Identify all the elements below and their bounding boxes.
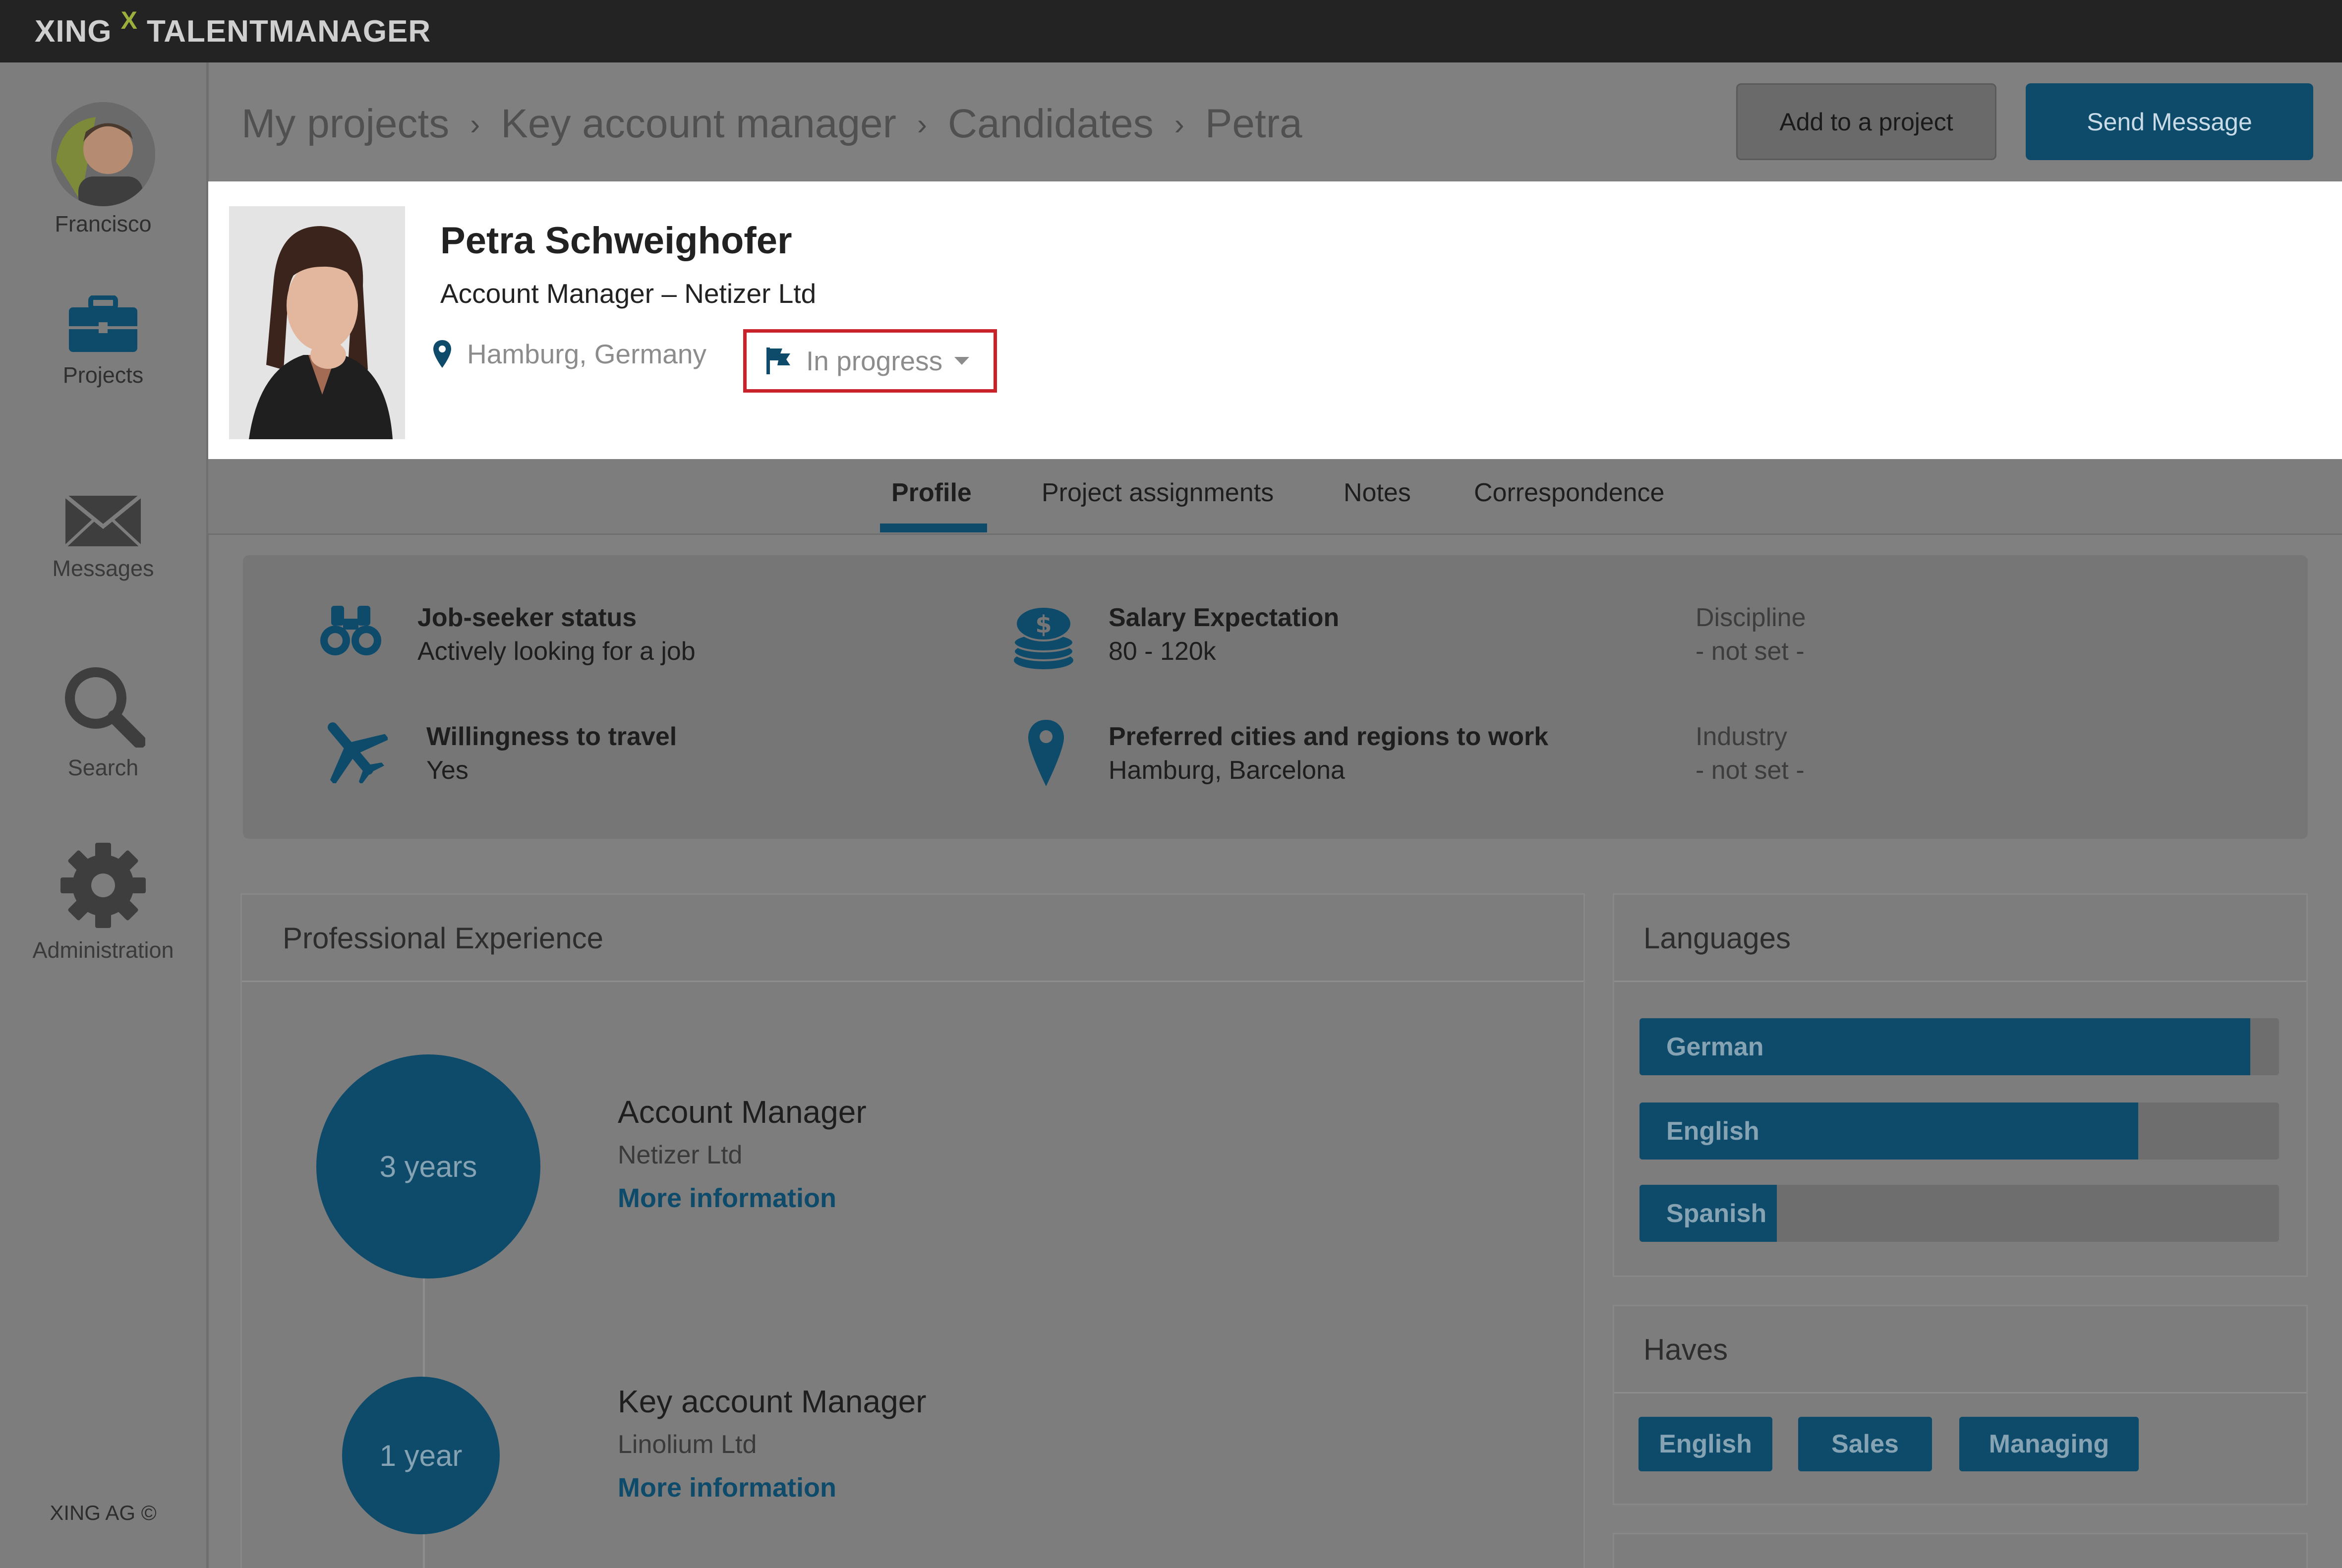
- willingness-to-travel: Willingness to travel Yes: [426, 722, 677, 785]
- card-title: Professional Experience: [283, 922, 604, 955]
- info-label: Salary Expectation: [1109, 603, 1340, 632]
- preferred-cities: Preferred cities and regions to work Ham…: [1109, 722, 1548, 785]
- money-stack-icon: $: [1013, 606, 1074, 669]
- envelope-icon: [64, 494, 142, 548]
- brand-left: XING: [35, 14, 112, 49]
- info-label: Preferred cities and regions to work: [1109, 722, 1549, 751]
- candidate-location: Hamburg, Germany: [431, 338, 706, 370]
- brand-right: TALENTMANAGER: [146, 14, 431, 49]
- app-logo[interactable]: XING X TALENTMANAGER: [35, 6, 431, 53]
- info-label: Discipline: [1696, 603, 1806, 632]
- duration-badge: 3 years: [316, 1054, 540, 1278]
- divider: [242, 981, 1583, 982]
- candidate-photo-image: [229, 206, 405, 439]
- sidebar-item-search[interactable]: Search: [0, 663, 206, 781]
- sidebar-item-label: Projects: [62, 362, 144, 388]
- user-name: Francisco: [55, 211, 152, 236]
- chevron-right-icon: ›: [1174, 107, 1184, 141]
- sidebar-item-administration[interactable]: Administration: [0, 841, 206, 963]
- language-bar-english: English: [1639, 1103, 2279, 1160]
- sidebar-item-label: Search: [67, 755, 139, 780]
- sidebar-item-label: Messages: [52, 556, 154, 581]
- brand-mark: X: [120, 6, 138, 34]
- sidebar: Francisco Projects Messages Search Admin…: [0, 62, 209, 1568]
- skill-tag[interactable]: Managing: [1959, 1417, 2139, 1471]
- info-value: Hamburg, Barcelona: [1109, 756, 1345, 785]
- active-tab-indicator: [880, 523, 987, 532]
- sidebar-item-messages[interactable]: Messages: [0, 494, 206, 581]
- language-name: German: [1666, 1032, 1764, 1061]
- gear-icon: [60, 843, 146, 928]
- chevron-right-icon: ›: [917, 107, 927, 141]
- candidate-photo: [229, 206, 405, 439]
- breadcrumb-current: Petra: [1205, 101, 1302, 146]
- breadcrumb-item[interactable]: My projects: [241, 101, 449, 147]
- info-value: - not set -: [1696, 637, 1805, 666]
- user-avatar: [51, 102, 155, 206]
- tab-project-assignments[interactable]: Project assignments: [1042, 478, 1274, 508]
- language-name: English: [1666, 1116, 1759, 1146]
- experience-company: Netizer Ltd: [618, 1141, 743, 1169]
- language-name: Spanish: [1666, 1199, 1767, 1228]
- language-bar-german: German: [1639, 1018, 2279, 1075]
- flag-icon: [766, 348, 790, 374]
- skill-tag[interactable]: Sales: [1798, 1417, 1932, 1471]
- divider: [1614, 1392, 2306, 1394]
- sidebar-item-projects[interactable]: Projects: [0, 295, 206, 388]
- sidebar-item-label: Administration: [32, 937, 174, 963]
- divider: [1614, 981, 2306, 982]
- location-pin-icon: [1028, 720, 1064, 786]
- tab-notes[interactable]: Notes: [1344, 478, 1411, 508]
- chevron-right-icon: ›: [470, 107, 480, 141]
- tab-correspondence[interactable]: Correspondence: [1474, 478, 1664, 508]
- breadcrumb-item[interactable]: Candidates: [948, 101, 1154, 147]
- discipline: Discipline - not set -: [1696, 603, 1806, 666]
- search-icon: [65, 667, 146, 749]
- card-title: Languages: [1643, 922, 1791, 955]
- airplane-icon: [328, 722, 388, 783]
- duration-badge: 1 year: [342, 1377, 500, 1534]
- info-value: Yes: [426, 756, 468, 785]
- briefcase-icon: [69, 295, 137, 352]
- breadcrumb-item[interactable]: Key account manager: [501, 101, 896, 147]
- footer-copyright: XING AG ©: [50, 1501, 157, 1524]
- location-text: Hamburg, Germany: [467, 339, 706, 369]
- add-to-project-button[interactable]: Add to a project: [1736, 83, 1996, 160]
- info-label: Willingness to travel: [426, 722, 677, 751]
- more-information-link[interactable]: More information: [618, 1472, 836, 1503]
- industry: Industry - not set -: [1696, 722, 1805, 785]
- breadcrumb: My projects › Key account manager › Cand…: [241, 99, 1302, 149]
- more-information-link[interactable]: More information: [618, 1183, 836, 1214]
- svg-text:$: $: [1035, 611, 1052, 639]
- status-value: In progress: [806, 346, 943, 376]
- experience-title: Account Manager: [618, 1094, 867, 1130]
- experience-title: Key account Manager: [618, 1384, 927, 1419]
- location-pin-icon: [433, 340, 451, 368]
- avatar-image: [51, 102, 155, 206]
- status-dropdown[interactable]: In progress: [743, 329, 997, 393]
- tab-profile[interactable]: Profile: [891, 478, 972, 508]
- tab-bar: [208, 459, 2342, 535]
- candidate-name: Petra Schweighofer: [440, 220, 792, 262]
- language-bar-spanish: Spanish: [1639, 1185, 2279, 1242]
- candidate-role: Account Manager – Netizer Ltd: [440, 278, 817, 309]
- experience-company: Linolium Ltd: [618, 1430, 757, 1459]
- info-value: Actively looking for a job: [417, 637, 696, 666]
- binoculars-icon: [320, 606, 381, 655]
- card-title: Haves: [1643, 1333, 1728, 1366]
- info-label: Industry: [1696, 722, 1787, 751]
- info-value: 80 - 120k: [1109, 637, 1216, 666]
- salary-expectation: Salary Expectation 80 - 120k: [1109, 603, 1339, 666]
- job-seeker-status: Job-seeker status Actively looking for a…: [417, 603, 696, 666]
- skill-tag[interactable]: English: [1639, 1417, 1772, 1471]
- info-label: Job-seeker status: [417, 603, 637, 632]
- sidebar-user[interactable]: Francisco: [0, 102, 206, 237]
- next-card: [1613, 1533, 2308, 1568]
- caret-down-icon: [954, 357, 970, 365]
- profile-summary-panel: [243, 555, 2308, 839]
- send-message-button[interactable]: Send Message: [2026, 83, 2313, 160]
- info-value: - not set -: [1696, 756, 1805, 785]
